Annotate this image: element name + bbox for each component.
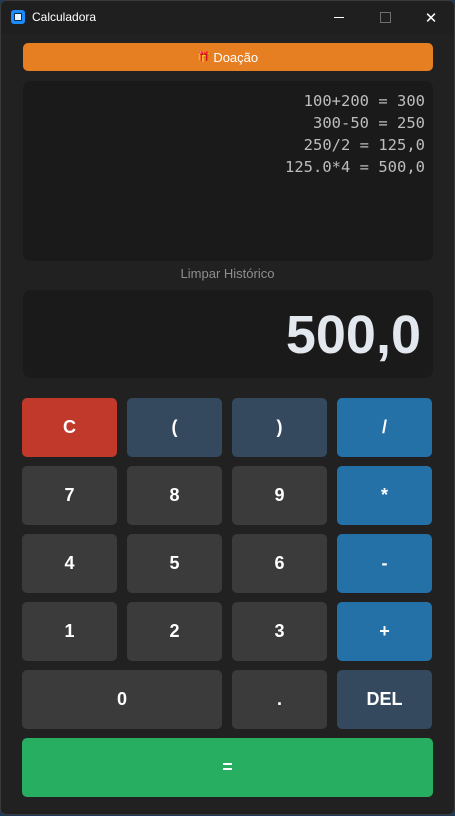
digit-6-button[interactable]: 6: [232, 534, 327, 593]
digit-0-button[interactable]: 0: [22, 670, 222, 729]
digit-7-button[interactable]: 7: [22, 466, 117, 525]
equals-button[interactable]: =: [22, 738, 433, 797]
close-button[interactable]: ✕: [408, 1, 454, 34]
history-entry: 250/2 = 125,0: [303, 136, 425, 154]
display-value: 500,0: [285, 305, 421, 365]
clear-history-button[interactable]: Limpar Histórico: [1, 266, 454, 281]
close-paren-button[interactable]: ): [232, 398, 327, 457]
digit-4-button[interactable]: 4: [22, 534, 117, 593]
history-entry: 300-50 = 250: [313, 114, 425, 132]
digit-9-button[interactable]: 9: [232, 466, 327, 525]
history-entry: 125.0*4 = 500,0: [285, 158, 425, 176]
window-title: Calculadora: [32, 10, 97, 24]
result-display: 500,0: [23, 290, 433, 378]
minus-button[interactable]: -: [337, 534, 432, 593]
history-entry: 100+200 = 300: [303, 92, 425, 110]
digit-8-button[interactable]: 8: [127, 466, 222, 525]
plus-button[interactable]: +: [337, 602, 432, 661]
donate-label: Doação: [213, 49, 259, 65]
delete-button[interactable]: DEL: [337, 670, 432, 729]
close-icon: ✕: [424, 9, 438, 27]
divide-button[interactable]: /: [337, 398, 432, 457]
history-panel: 100+200 = 300 300-50 = 250 250/2 = 125,0…: [23, 81, 433, 261]
multiply-button[interactable]: *: [337, 466, 432, 525]
decimal-button[interactable]: .: [232, 670, 327, 729]
digit-3-button[interactable]: 3: [232, 602, 327, 661]
title-bar[interactable]: Calculadora ✕: [1, 1, 454, 34]
app-icon: [11, 10, 25, 24]
history-list: 100+200 = 300 300-50 = 250 250/2 = 125,0…: [285, 90, 425, 178]
calculator-window: Calculadora ✕ 🎁 Doação 100+200 = 300 300…: [0, 0, 455, 815]
digit-2-button[interactable]: 2: [127, 602, 222, 661]
digit-1-button[interactable]: 1: [22, 602, 117, 661]
donate-button[interactable]: 🎁 Doação: [23, 43, 433, 71]
minimize-button[interactable]: [316, 1, 362, 34]
digit-5-button[interactable]: 5: [127, 534, 222, 593]
clear-button[interactable]: C: [22, 398, 117, 457]
open-paren-button[interactable]: (: [127, 398, 222, 457]
maximize-icon: [380, 12, 391, 23]
gift-icon: 🎁: [197, 51, 211, 63]
minimize-icon: [334, 17, 344, 18]
maximize-button[interactable]: [362, 1, 408, 34]
